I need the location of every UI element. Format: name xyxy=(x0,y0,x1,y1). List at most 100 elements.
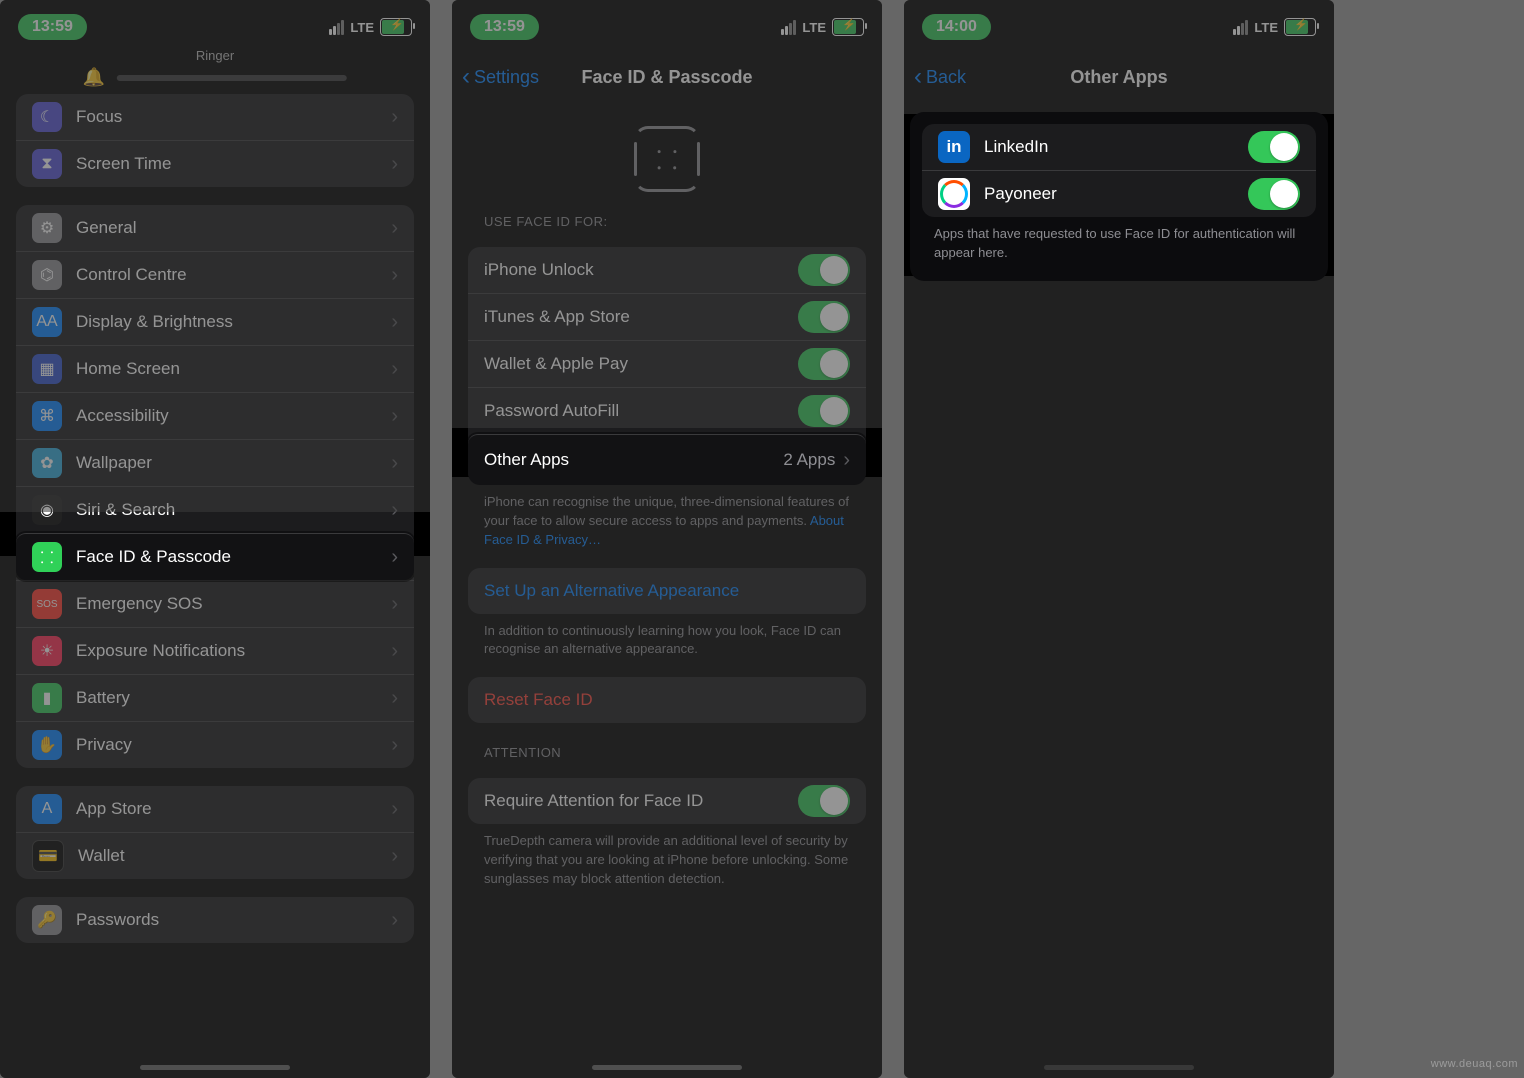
hourglass-icon: ⧗ xyxy=(32,149,62,179)
home-indicator[interactable] xyxy=(1044,1065,1194,1070)
clock-pill: 14:00 xyxy=(922,14,991,40)
row-label: Battery xyxy=(76,688,383,708)
back-button[interactable]: ‹ Back xyxy=(914,54,966,100)
row-wallet-applepay[interactable]: Wallet & Apple Pay xyxy=(468,340,866,387)
chevron-right-icon: › xyxy=(391,593,398,616)
bell-icon: 🔔 xyxy=(83,67,105,88)
section-footer-attention: TrueDepth camera will provide an additio… xyxy=(484,832,850,889)
chevron-right-icon: › xyxy=(391,546,398,569)
home-indicator[interactable] xyxy=(140,1065,290,1070)
status-bar: 13:59 LTE ⚡ xyxy=(452,0,882,54)
section-footer-other-apps: Apps that have requested to use Face ID … xyxy=(934,225,1304,263)
row-label: Wallet xyxy=(78,846,383,866)
row-sos[interactable]: SOS Emergency SOS › xyxy=(16,580,414,627)
faceid-icon: ⸬ xyxy=(32,542,62,572)
sos-icon: SOS xyxy=(32,589,62,619)
row-label: Password AutoFill xyxy=(484,401,798,421)
row-faceid-passcode[interactable]: ⸬ Face ID & Passcode › xyxy=(16,533,414,580)
grid-icon: ▦ xyxy=(32,354,62,384)
row-itunes-appstore[interactable]: iTunes & App Store xyxy=(468,293,866,340)
row-iphone-unlock[interactable]: iPhone Unlock xyxy=(468,247,866,293)
row-screentime[interactable]: ⧗ Screen Time › xyxy=(16,140,414,187)
toggle-switch[interactable] xyxy=(1248,131,1300,163)
row-other-apps[interactable]: Other Apps 2 Apps › xyxy=(468,434,866,485)
row-detail: 2 Apps xyxy=(783,450,835,470)
signal-icon xyxy=(781,20,796,35)
chevron-left-icon: ‹ xyxy=(462,65,470,89)
back-button[interactable]: ‹ Settings xyxy=(462,54,539,100)
chevron-right-icon: › xyxy=(391,845,398,868)
sliders-icon: ⌬ xyxy=(32,260,62,290)
toggle-switch[interactable] xyxy=(798,395,850,427)
toggle-switch[interactable] xyxy=(798,254,850,286)
row-reset-faceid[interactable]: Reset Face ID xyxy=(468,677,866,723)
row-label: Exposure Notifications xyxy=(76,641,383,661)
row-siri[interactable]: ◉ Siri & Search › xyxy=(16,486,414,533)
row-password-autofill[interactable]: Password AutoFill xyxy=(468,387,866,434)
watermark: www.deuaq.com xyxy=(1431,1058,1518,1070)
row-wallet[interactable]: 💳 Wallet › xyxy=(16,832,414,879)
signal-icon xyxy=(329,20,344,35)
row-setup-alt-appearance[interactable]: Set Up an Alternative Appearance xyxy=(468,568,866,614)
row-appstore[interactable]: A App Store › xyxy=(16,786,414,832)
footer-text: iPhone can recognise the unique, three-d… xyxy=(484,494,849,528)
row-label: iPhone Unlock xyxy=(484,260,798,280)
back-label: Settings xyxy=(474,67,539,88)
toggle-switch[interactable] xyxy=(1248,178,1300,210)
siri-icon: ◉ xyxy=(32,495,62,525)
faceid-large-icon: ⸬ xyxy=(634,126,700,192)
moon-icon: ☾ xyxy=(32,102,62,132)
row-label: Other Apps xyxy=(484,450,783,470)
toggle-switch[interactable] xyxy=(798,785,850,817)
network-label: LTE xyxy=(1254,20,1278,35)
row-app-payoneer[interactable]: Payoneer xyxy=(922,170,1316,217)
accessibility-icon: ⌘ xyxy=(32,401,62,431)
section-footer-faceid: iPhone can recognise the unique, three-d… xyxy=(484,493,850,550)
row-general[interactable]: ⚙ General › xyxy=(16,205,414,251)
ringer-label: Ringer xyxy=(196,48,234,63)
screen-faceid-passcode: 13:59 LTE ⚡ ‹ Settings Face ID & Passcod… xyxy=(452,0,882,1078)
chevron-right-icon: › xyxy=(391,640,398,663)
chevron-right-icon: › xyxy=(391,734,398,757)
battery-icon: ⚡ xyxy=(832,18,864,36)
row-label: Privacy xyxy=(76,735,383,755)
row-app-linkedin[interactable]: in LinkedIn xyxy=(922,124,1316,170)
row-require-attention[interactable]: Require Attention for Face ID xyxy=(468,778,866,824)
navbar: ‹ Back Other Apps xyxy=(904,54,1334,100)
toggle-switch[interactable] xyxy=(798,348,850,380)
row-privacy[interactable]: ✋ Privacy › xyxy=(16,721,414,768)
other-apps-card: in LinkedIn Payoneer Apps that have requ… xyxy=(910,112,1328,281)
status-bar: 13:59 LTE ⚡ xyxy=(0,0,430,54)
row-battery[interactable]: ▮ Battery › xyxy=(16,674,414,721)
row-home-screen[interactable]: ▦ Home Screen › xyxy=(16,345,414,392)
toggle-switch[interactable] xyxy=(798,301,850,333)
clock-pill: 13:59 xyxy=(470,14,539,40)
network-label: LTE xyxy=(802,20,826,35)
row-label: Reset Face ID xyxy=(484,690,850,710)
row-wallpaper[interactable]: ✿ Wallpaper › xyxy=(16,439,414,486)
row-display[interactable]: AA Display & Brightness › xyxy=(16,298,414,345)
chevron-right-icon: › xyxy=(391,909,398,932)
flower-icon: ✿ xyxy=(32,448,62,478)
gear-icon: ⚙ xyxy=(32,213,62,243)
payoneer-icon xyxy=(938,178,970,210)
chevron-right-icon: › xyxy=(843,449,850,472)
battery-icon: ⚡ xyxy=(380,18,412,36)
hand-icon: ✋ xyxy=(32,730,62,760)
home-indicator[interactable] xyxy=(592,1065,742,1070)
key-icon: 🔑 xyxy=(32,905,62,935)
row-label: Payoneer xyxy=(984,184,1248,204)
row-label: Focus xyxy=(76,107,383,127)
network-label: LTE xyxy=(350,20,374,35)
row-label: Control Centre xyxy=(76,265,383,285)
battery-icon: ⚡ xyxy=(1284,18,1316,36)
row-focus[interactable]: ☾ Focus › xyxy=(16,94,414,140)
screen-other-apps: 14:00 LTE ⚡ ‹ Back Other Apps in LinkedI… xyxy=(904,0,1334,1078)
row-exposure[interactable]: ☀ Exposure Notifications › xyxy=(16,627,414,674)
row-control-centre[interactable]: ⌬ Control Centre › xyxy=(16,251,414,298)
section-footer-alt: In addition to continuously learning how… xyxy=(484,622,850,660)
row-passwords[interactable]: 🔑 Passwords › xyxy=(16,897,414,943)
text-size-icon: AA xyxy=(32,307,62,337)
row-accessibility[interactable]: ⌘ Accessibility › xyxy=(16,392,414,439)
volume-track[interactable] xyxy=(117,75,347,81)
